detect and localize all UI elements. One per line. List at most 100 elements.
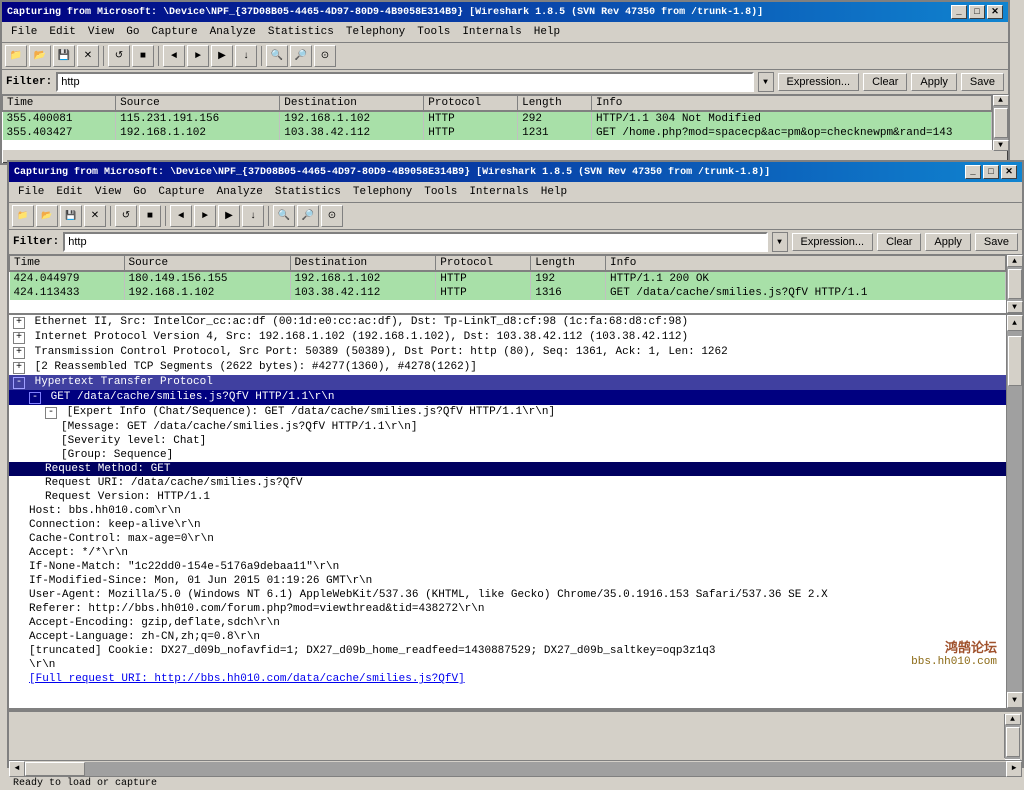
h-scroll-track[interactable] [25,762,1006,776]
menu-view-1[interactable]: View [82,24,120,40]
menu-file-2[interactable]: File [12,184,50,200]
scroll-track-detail[interactable] [1007,331,1022,692]
detail-http[interactable]: - Hypertext Transfer Protocol [9,375,1006,390]
scroll-thumb-2[interactable] [1008,269,1022,299]
tb-zoom-in-1[interactable]: 🔍 [266,45,288,67]
h-scroll-thumb[interactable] [25,762,85,776]
scroll-thumb-hex[interactable] [1006,727,1020,757]
tb-stop-1[interactable]: ■ [132,45,154,67]
table-row[interactable]: 355.403427 192.168.1.102 103.38.42.112 H… [3,126,992,140]
filter-dropdown-1[interactable]: ▼ [758,72,774,92]
tb-fwd-2[interactable]: ► [194,205,216,227]
clear-btn-1[interactable]: Clear [863,73,907,91]
scroll-up-detail[interactable]: ▲ [1007,315,1023,331]
minimize-btn-2[interactable]: _ [965,165,981,179]
scroll-thumb-detail[interactable] [1008,336,1022,386]
menu-go-2[interactable]: Go [127,184,152,200]
scroll-down-detail[interactable]: ▼ [1007,692,1023,708]
minimize-btn-1[interactable]: _ [951,5,967,19]
menu-file-1[interactable]: File [5,24,43,40]
scroll-right[interactable]: ► [1006,761,1022,777]
filter-input-1[interactable] [56,72,753,92]
menu-statistics-1[interactable]: Statistics [262,24,340,40]
tb-close-1[interactable]: ✕ [77,45,99,67]
menu-tools-2[interactable]: Tools [418,184,463,200]
tb-reload-2[interactable]: ↺ [115,205,137,227]
tb-back-1[interactable]: ◄ [163,45,185,67]
expression-btn-2[interactable]: Expression... [792,233,874,251]
detail-tcp[interactable]: + Transmission Control Protocol, Src Por… [9,345,1006,360]
scroll-track-hex[interactable] [1005,725,1020,759]
tb-open-2[interactable]: 📂 [36,205,58,227]
menu-go-1[interactable]: Go [120,24,145,40]
scroll-up-hex[interactable]: ▲ [1005,714,1021,725]
tb-jump-2[interactable]: ▶ [218,205,240,227]
detail-expert[interactable]: - [Expert Info (Chat/Sequence): GET /dat… [9,405,1006,420]
tb-fit-2[interactable]: ⊙ [321,205,343,227]
expand-get[interactable]: - [29,392,41,404]
tb-zoom-out-1[interactable]: 🔎 [290,45,312,67]
tb-reload-1[interactable]: ↺ [108,45,130,67]
filter-input-2[interactable] [63,232,767,252]
maximize-btn-2[interactable]: □ [983,165,999,179]
scroll-down-2[interactable]: ▼ [1007,301,1023,313]
menu-statistics-2[interactable]: Statistics [269,184,347,200]
menu-analyze-1[interactable]: Analyze [204,24,262,40]
tb-close-2[interactable]: ✕ [84,205,106,227]
expand-ethernet[interactable]: + [13,317,25,329]
detail-method[interactable]: Request Method: GET [9,462,1006,476]
scroll-track-1[interactable] [993,106,1008,140]
tb-save-2[interactable]: 💾 [60,205,82,227]
apply-btn-2[interactable]: Apply [925,233,971,251]
menu-telephony-2[interactable]: Telephony [347,184,418,200]
tb-jump-1[interactable]: ▶ [211,45,233,67]
save-btn-2[interactable]: Save [975,233,1018,251]
table-row[interactable]: 424.113433 192.168.1.102 103.38.42.112 H… [10,286,1006,300]
expand-tcp[interactable]: + [13,347,25,359]
expand-reassembled[interactable]: + [13,362,25,374]
close-btn-1[interactable]: ✕ [987,5,1003,19]
close-btn-2[interactable]: ✕ [1001,165,1017,179]
menu-help-1[interactable]: Help [528,24,566,40]
tb-new-2[interactable]: 📁 [12,205,34,227]
menu-help-2[interactable]: Help [535,184,573,200]
tb-save-1[interactable]: 💾 [53,45,75,67]
table-row[interactable]: 355.400081 115.231.191.156 192.168.1.102… [3,111,992,126]
tb-fwd-1[interactable]: ► [187,45,209,67]
tb-open-1[interactable]: 📂 [29,45,51,67]
scroll-up-1[interactable]: ▲ [993,95,1009,106]
menu-internals-2[interactable]: Internals [463,184,534,200]
expand-ip[interactable]: + [13,332,25,344]
menu-edit-1[interactable]: Edit [43,24,81,40]
menu-edit-2[interactable]: Edit [50,184,88,200]
clear-btn-2[interactable]: Clear [877,233,921,251]
table-row[interactable]: 424.044979 180.149.156.155 192.168.1.102… [10,271,1006,286]
detail-get-line[interactable]: - GET /data/cache/smilies.js?QfV HTTP/1.… [9,390,1006,405]
scroll-left[interactable]: ◄ [9,761,25,777]
tb-goto-1[interactable]: ↓ [235,45,257,67]
tb-goto-2[interactable]: ↓ [242,205,264,227]
menu-telephony-1[interactable]: Telephony [340,24,411,40]
menu-view-2[interactable]: View [89,184,127,200]
expand-http[interactable]: - [13,377,25,389]
scroll-thumb-1[interactable] [994,108,1008,138]
detail-full-uri[interactable]: [Full request URI: http://bbs.hh010.com/… [9,672,1006,686]
tb-stop-2[interactable]: ■ [139,205,161,227]
detail-ethernet[interactable]: + Ethernet II, Src: IntelCor_cc:ac:df (0… [9,315,1006,330]
maximize-btn-1[interactable]: □ [969,5,985,19]
apply-btn-1[interactable]: Apply [911,73,957,91]
full-uri-link[interactable]: [Full request URI: http://bbs.hh010.com/… [29,673,465,685]
expand-expert[interactable]: - [45,407,57,419]
detail-ip[interactable]: + Internet Protocol Version 4, Src: 192.… [9,330,1006,345]
save-btn-1[interactable]: Save [961,73,1004,91]
menu-capture-1[interactable]: Capture [145,24,203,40]
scroll-track-2[interactable] [1007,267,1022,301]
tb-zoom-in-2[interactable]: 🔍 [273,205,295,227]
tb-fit-1[interactable]: ⊙ [314,45,336,67]
expression-btn-1[interactable]: Expression... [778,73,860,91]
scroll-up-2[interactable]: ▲ [1007,255,1023,267]
tb-zoom-out-2[interactable]: 🔎 [297,205,319,227]
detail-reassembled[interactable]: + [2 Reassembled TCP Segments (2622 byte… [9,360,1006,375]
scroll-down-1[interactable]: ▼ [993,140,1009,151]
menu-internals-1[interactable]: Internals [456,24,527,40]
